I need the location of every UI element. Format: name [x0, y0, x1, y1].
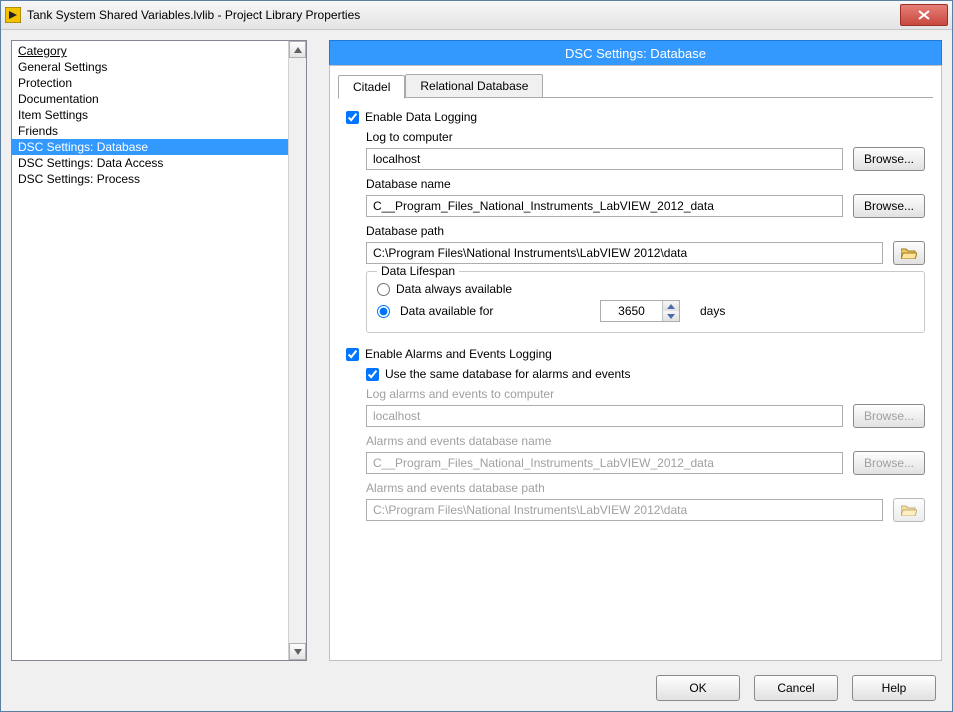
- days-input[interactable]: [601, 301, 662, 321]
- same-db-checkbox[interactable]: [366, 368, 379, 381]
- tab-citadel[interactable]: Citadel: [338, 75, 405, 99]
- chevron-down-icon: [294, 649, 302, 655]
- enable-data-logging-checkbox[interactable]: [346, 111, 359, 124]
- panel-title: DSC Settings: Database: [329, 40, 942, 65]
- log-to-browse-button[interactable]: Browse...: [853, 147, 925, 171]
- settings-panel: DSC Settings: Database Citadel Relationa…: [329, 40, 942, 661]
- category-header: Category: [12, 43, 288, 59]
- category-list: Category General Settings Protection Doc…: [12, 41, 288, 660]
- chevron-up-icon: [667, 304, 675, 309]
- db-name-browse-button[interactable]: Browse...: [853, 194, 925, 218]
- alarms-db-name-label: Alarms and events database name: [366, 434, 925, 448]
- category-item-documentation[interactable]: Documentation: [12, 91, 288, 107]
- scroll-up-button[interactable]: [289, 41, 306, 58]
- same-db-label: Use the same database for alarms and eve…: [385, 367, 630, 381]
- tab-strip: Citadel Relational Database: [338, 72, 933, 98]
- main-row: Category General Settings Protection Doc…: [11, 40, 942, 661]
- db-path-input[interactable]: [366, 242, 883, 264]
- log-to-label: Log to computer: [366, 130, 925, 144]
- db-name-input[interactable]: [366, 195, 843, 217]
- category-item-general[interactable]: General Settings: [12, 59, 288, 75]
- ok-button[interactable]: OK: [656, 675, 740, 701]
- radio-available-for[interactable]: [377, 305, 390, 318]
- app-icon: [5, 7, 21, 23]
- chevron-down-icon: [667, 314, 675, 319]
- radio-always-available[interactable]: [377, 283, 390, 296]
- radio-available-for-label: Data available for: [400, 304, 540, 318]
- alarms-db-path-label: Alarms and events database path: [366, 481, 925, 495]
- category-item-item-settings[interactable]: Item Settings: [12, 107, 288, 123]
- alarms-log-to-label: Log alarms and events to computer: [366, 387, 925, 401]
- radio-always-label: Data always available: [396, 282, 512, 296]
- dialog-body: Category General Settings Protection Doc…: [1, 30, 952, 711]
- category-item-protection[interactable]: Protection: [12, 75, 288, 91]
- category-panel: Category General Settings Protection Doc…: [11, 40, 307, 661]
- panel-body: Citadel Relational Database Enable Data …: [329, 65, 942, 661]
- dialog-footer: OK Cancel Help: [11, 661, 942, 701]
- days-spinner[interactable]: [600, 300, 680, 322]
- alarms-db-path-input: [366, 499, 883, 521]
- alarms-db-path-browse-button: [893, 498, 925, 522]
- cancel-button[interactable]: Cancel: [754, 675, 838, 701]
- scroll-down-button[interactable]: [289, 643, 306, 660]
- window-title: Tank System Shared Variables.lvlib - Pro…: [27, 8, 900, 22]
- days-spin-up[interactable]: [663, 301, 679, 311]
- days-unit-label: days: [700, 304, 725, 318]
- category-item-friends[interactable]: Friends: [12, 123, 288, 139]
- folder-open-icon: [901, 504, 917, 516]
- tab-relational-database[interactable]: Relational Database: [405, 74, 543, 98]
- close-icon: [918, 10, 930, 20]
- enable-alarms-label: Enable Alarms and Events Logging: [365, 347, 552, 361]
- category-item-dsc-data-access[interactable]: DSC Settings: Data Access: [12, 155, 288, 171]
- data-logging-block: Log to computer Browse... Database name …: [366, 130, 925, 333]
- db-path-label: Database path: [366, 224, 925, 238]
- data-lifespan-legend: Data Lifespan: [377, 264, 459, 278]
- data-lifespan-group: Data Lifespan Data always available Data…: [366, 271, 925, 333]
- alarms-log-to-input: [366, 405, 843, 427]
- titlebar: Tank System Shared Variables.lvlib - Pro…: [1, 1, 952, 30]
- dialog-window: Tank System Shared Variables.lvlib - Pro…: [0, 0, 953, 712]
- scroll-track[interactable]: [289, 58, 306, 643]
- log-to-input[interactable]: [366, 148, 843, 170]
- alarms-db-name-browse-button: Browse...: [853, 451, 925, 475]
- folder-open-icon: [901, 247, 917, 259]
- db-name-label: Database name: [366, 177, 925, 191]
- category-item-dsc-process[interactable]: DSC Settings: Process: [12, 171, 288, 187]
- enable-alarms-checkbox[interactable]: [346, 348, 359, 361]
- enable-data-logging-row: Enable Data Logging: [346, 110, 925, 124]
- enable-data-logging-label: Enable Data Logging: [365, 110, 477, 124]
- same-db-row: Use the same database for alarms and eve…: [366, 367, 925, 381]
- alarms-block: Use the same database for alarms and eve…: [366, 367, 925, 522]
- chevron-up-icon: [294, 47, 302, 53]
- category-scrollbar[interactable]: [288, 41, 306, 660]
- help-button[interactable]: Help: [852, 675, 936, 701]
- enable-alarms-row: Enable Alarms and Events Logging: [346, 347, 925, 361]
- close-button[interactable]: [900, 4, 948, 26]
- alarms-db-name-input: [366, 452, 843, 474]
- alarms-log-to-browse-button: Browse...: [853, 404, 925, 428]
- tab-content-citadel: Enable Data Logging Log to computer Brow…: [338, 98, 933, 536]
- db-path-browse-button[interactable]: [893, 241, 925, 265]
- category-item-dsc-database[interactable]: DSC Settings: Database: [12, 139, 288, 155]
- days-spin-down[interactable]: [663, 311, 679, 321]
